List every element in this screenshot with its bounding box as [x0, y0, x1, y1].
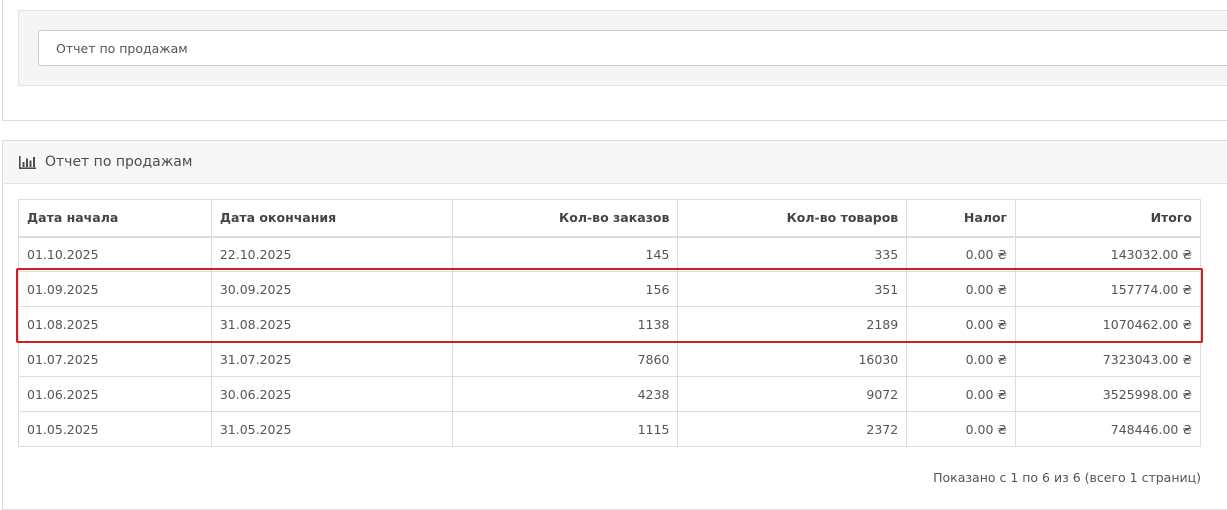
- cell-total: 1070462.00 ₴: [1015, 306, 1201, 342]
- cell-end-date: 31.07.2025: [210, 341, 453, 377]
- table-row: 01.08.2025 31.08.2025 1138 2189 0.00 ₴ 1…: [18, 306, 1201, 342]
- table-row: 01.05.2025 31.05.2025 1115 2372 0.00 ₴ 7…: [18, 411, 1201, 447]
- cell-end-date: 30.06.2025: [210, 376, 453, 412]
- column-header-products[interactable]: Кол-во товаров: [677, 199, 908, 238]
- cell-orders: 1115: [451, 411, 679, 447]
- cell-tax: 0.00 ₴: [906, 306, 1017, 342]
- cell-end-date: 22.10.2025: [210, 236, 453, 272]
- sales-report-table: Дата начала Дата окончания Кол-во заказо…: [18, 199, 1201, 447]
- cell-products: 2372: [677, 411, 908, 447]
- cell-end-date: 31.08.2025: [210, 306, 453, 342]
- cell-total: 3525998.00 ₴: [1015, 376, 1201, 412]
- cell-start-date: 01.10.2025: [18, 236, 212, 272]
- cell-orders: 145: [451, 236, 679, 272]
- report-type-select[interactable]: Отчет по продажам: [38, 30, 1227, 66]
- cell-tax: 0.00 ₴: [906, 376, 1017, 412]
- cell-total: 7323043.00 ₴: [1015, 341, 1201, 377]
- table-header-row: Дата начала Дата окончания Кол-во заказо…: [18, 199, 1201, 238]
- cell-end-date: 30.09.2025: [210, 271, 453, 307]
- column-header-orders[interactable]: Кол-во заказов: [451, 199, 679, 238]
- cell-orders: 7860: [451, 341, 679, 377]
- report-type-select-value: Отчет по продажам: [56, 40, 188, 56]
- cell-total: 157774.00 ₴: [1015, 271, 1201, 307]
- cell-tax: 0.00 ₴: [906, 271, 1017, 307]
- cell-start-date: 01.08.2025: [18, 306, 212, 342]
- cell-start-date: 01.06.2025: [18, 376, 212, 412]
- column-header-tax[interactable]: Налог: [906, 199, 1017, 238]
- cell-products: 335: [677, 236, 908, 272]
- cell-total: 143032.00 ₴: [1015, 236, 1201, 272]
- table-row: 01.06.2025 30.06.2025 4238 9072 0.00 ₴ 3…: [18, 376, 1201, 412]
- panel-title: Отчет по продажам: [45, 154, 193, 170]
- cell-tax: 0.00 ₴: [906, 411, 1017, 447]
- bar-chart-icon: [19, 155, 36, 169]
- column-header-start-date[interactable]: Дата начала: [18, 199, 212, 238]
- cell-start-date: 01.05.2025: [18, 411, 212, 447]
- cell-start-date: 01.09.2025: [18, 271, 212, 307]
- column-header-total[interactable]: Итого: [1015, 199, 1201, 238]
- cell-start-date: 01.07.2025: [18, 341, 212, 377]
- cell-end-date: 31.05.2025: [210, 411, 453, 447]
- cell-tax: 0.00 ₴: [906, 236, 1017, 272]
- column-header-end-date[interactable]: Дата окончания: [210, 199, 453, 238]
- cell-products: 9072: [677, 376, 908, 412]
- cell-products: 351: [677, 271, 908, 307]
- table-row: 01.09.2025 30.09.2025 156 351 0.00 ₴ 157…: [18, 271, 1201, 307]
- cell-total: 748446.00 ₴: [1015, 411, 1201, 447]
- pagination-summary: Показано с 1 по 6 из 6 (всего 1 страниц): [933, 470, 1201, 485]
- cell-orders: 1138: [451, 306, 679, 342]
- cell-products: 16030: [677, 341, 908, 377]
- cell-orders: 4238: [451, 376, 679, 412]
- table-row: 01.10.2025 22.10.2025 145 335 0.00 ₴ 143…: [18, 236, 1201, 272]
- cell-orders: 156: [451, 271, 679, 307]
- cell-tax: 0.00 ₴: [906, 341, 1017, 377]
- table-row: 01.07.2025 31.07.2025 7860 16030 0.00 ₴ …: [18, 341, 1201, 377]
- cell-products: 2189: [677, 306, 908, 342]
- panel-heading: Отчет по продажам: [3, 141, 1227, 184]
